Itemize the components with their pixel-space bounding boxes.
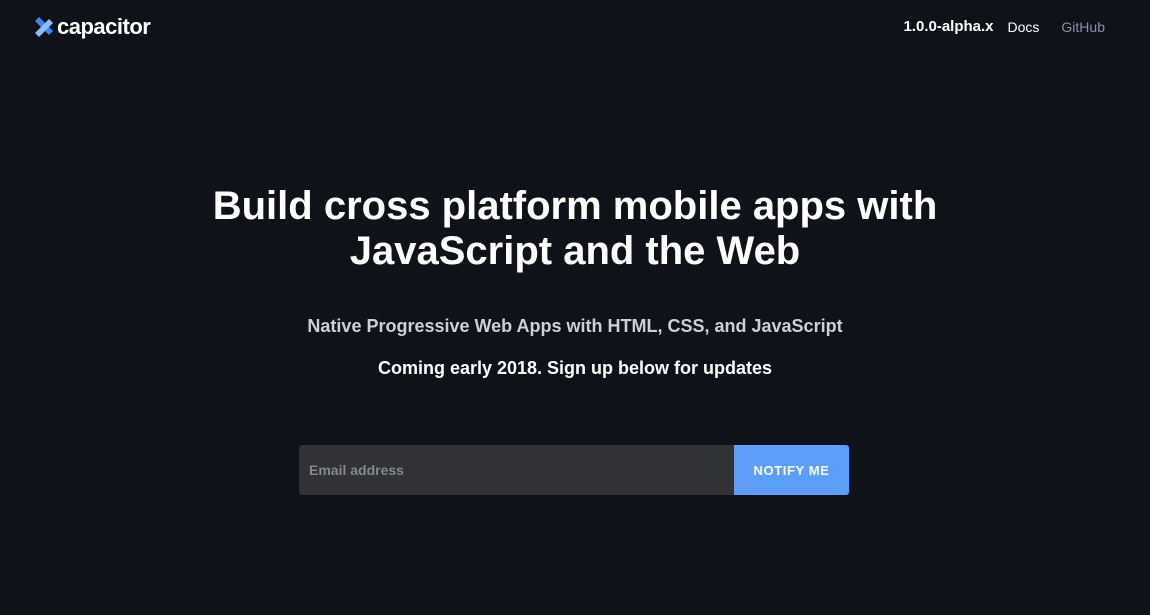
capacitor-logo-icon: [35, 17, 53, 37]
hero-title-line-1: Build cross platform mobile apps with: [212, 184, 938, 228]
brand-name: capacitor: [57, 14, 151, 39]
version-label: 1.0.0-alpha.x: [903, 18, 994, 35]
nav-link-github[interactable]: GitHub: [1061, 17, 1105, 37]
nav-link-docs[interactable]: Docs: [1008, 17, 1040, 37]
hero-section: Build cross platform mobile apps with Ja…: [0, 184, 1150, 274]
notify-me-button[interactable]: NOTIFY ME: [734, 445, 849, 495]
capacitor-logo[interactable]: capacitor: [33, 14, 151, 40]
hero-title: Build cross platform mobile apps with Ja…: [175, 184, 975, 274]
hero-title-line-2: JavaScript and the Web: [349, 229, 801, 273]
site-header: capacitor 1.0.0-alpha.x Docs GitHub: [0, 0, 1150, 54]
signup-form: NOTIFY ME: [299, 445, 849, 495]
coming-soon-text: Coming early 2018. Sign up below for upd…: [377, 358, 773, 378]
top-nav: 1.0.0-alpha.x Docs GitHub: [903, 17, 1105, 37]
hero-subtitle: Native Progressive Web Apps with HTML, C…: [307, 316, 843, 336]
email-input[interactable]: [299, 445, 734, 495]
